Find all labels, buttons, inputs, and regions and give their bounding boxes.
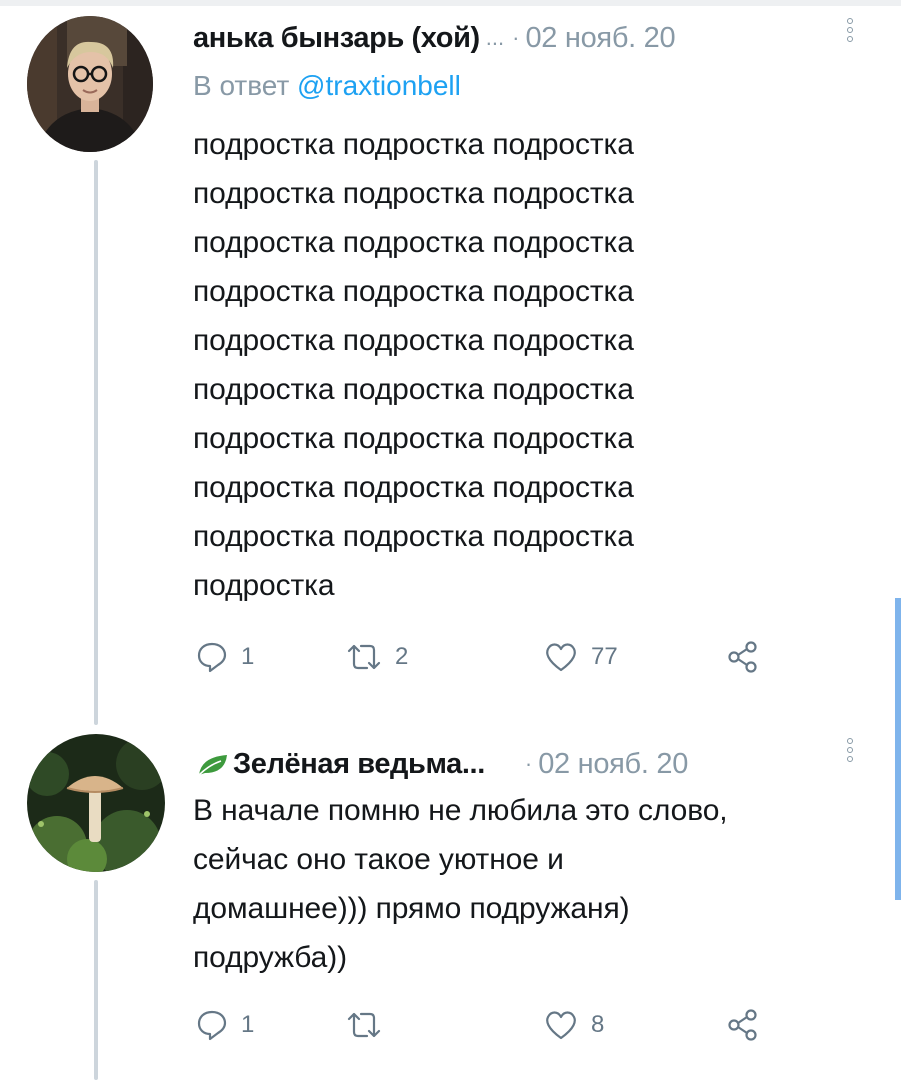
leaf-icon [198,755,227,776]
reply-button[interactable]: 1 [195,1003,254,1047]
tweet-actions: 1 2 77 [195,635,775,679]
tweet-text-line: подростка подростка подростка [193,520,634,553]
tweet-header: анька бынзарь (хой) ... · 02 нояб. 20 [193,16,676,60]
tweet-text: В начале помню не любила это слово, сейч… [193,786,728,982]
author-name[interactable]: анька бынзарь (хой) [193,22,480,55]
more-options-icon[interactable] [847,18,853,42]
reply-count: 1 [241,643,255,670]
tweet-text-line: подростка подростка подростка [193,128,634,161]
tweet-text-line: подростка подростка подростка [193,471,634,504]
reply-handle-link[interactable]: @traxtionbell [297,70,461,101]
tweet-text-line: подростка подростка подростка [193,177,634,210]
tweet-text-line: домашнее))) прямо подружаня) [193,892,630,925]
tweet-text-line: подростка подростка подростка [193,373,634,406]
tweet-actions: 1 8 [195,1003,775,1047]
retweet-icon [347,1012,381,1038]
author-truncation: ... [485,25,505,50]
retweet-count: 2 [395,643,409,670]
share-icon [728,1009,757,1041]
tweet-text-line: В начале помню не любила это слово, [193,794,728,827]
avatar[interactable] [27,734,165,872]
reply-icon [197,1010,227,1041]
separator-dot: · [512,25,520,50]
share-icon [728,641,757,673]
scrollbar[interactable] [895,598,901,900]
tweet-date[interactable]: 02 нояб. 20 [538,748,688,781]
avatar-photo [27,16,153,152]
avatar[interactable] [27,16,153,152]
retweet-button[interactable] [345,1003,395,1047]
tweet-text-line: сейчас оно такое уютное и [193,843,564,876]
like-button[interactable]: 8 [543,1003,604,1047]
reply-count: 1 [241,1011,255,1038]
like-button[interactable]: 77 [543,635,618,679]
like-count: 8 [591,1011,605,1038]
tweet-date[interactable]: 02 нояб. 20 [525,22,675,55]
tweet-text-line: подростка подростка подростка [193,422,634,455]
like-count: 77 [591,643,618,670]
thread-connector-line [94,880,98,1080]
tweet-text-line: подростка подростка подростка [193,324,634,357]
reply-button[interactable]: 1 [195,635,254,679]
separator-dot: · [524,751,533,776]
share-button[interactable] [725,635,761,679]
share-button[interactable] [725,1003,761,1047]
heart-icon [546,643,576,672]
reply-to: В ответ @traxtionbell [193,70,461,102]
reply-icon [197,642,227,673]
retweet-icon [347,644,381,670]
thread-connector-line [94,160,98,725]
tweet-text-line: подростка подростка подростка [193,275,634,308]
tweet-text-line: подружба)) [193,941,348,974]
reply-prefix: В ответ [193,70,298,101]
tweet-text-line: подростка подростка подростка [193,226,634,259]
tweet-text: подростка подростка подростка подростка … [193,120,634,610]
heart-icon [546,1011,576,1040]
more-options-icon[interactable] [847,738,853,762]
top-divider [0,0,901,6]
retweet-button[interactable]: 2 [345,635,408,679]
author-name[interactable]: Зелёная ведьма... [233,748,485,781]
tweet-header: Зелёная ведьма... · 02 нояб. 20 [195,742,688,786]
avatar-photo [27,734,165,872]
tweet-text-line: подростка [193,569,335,602]
